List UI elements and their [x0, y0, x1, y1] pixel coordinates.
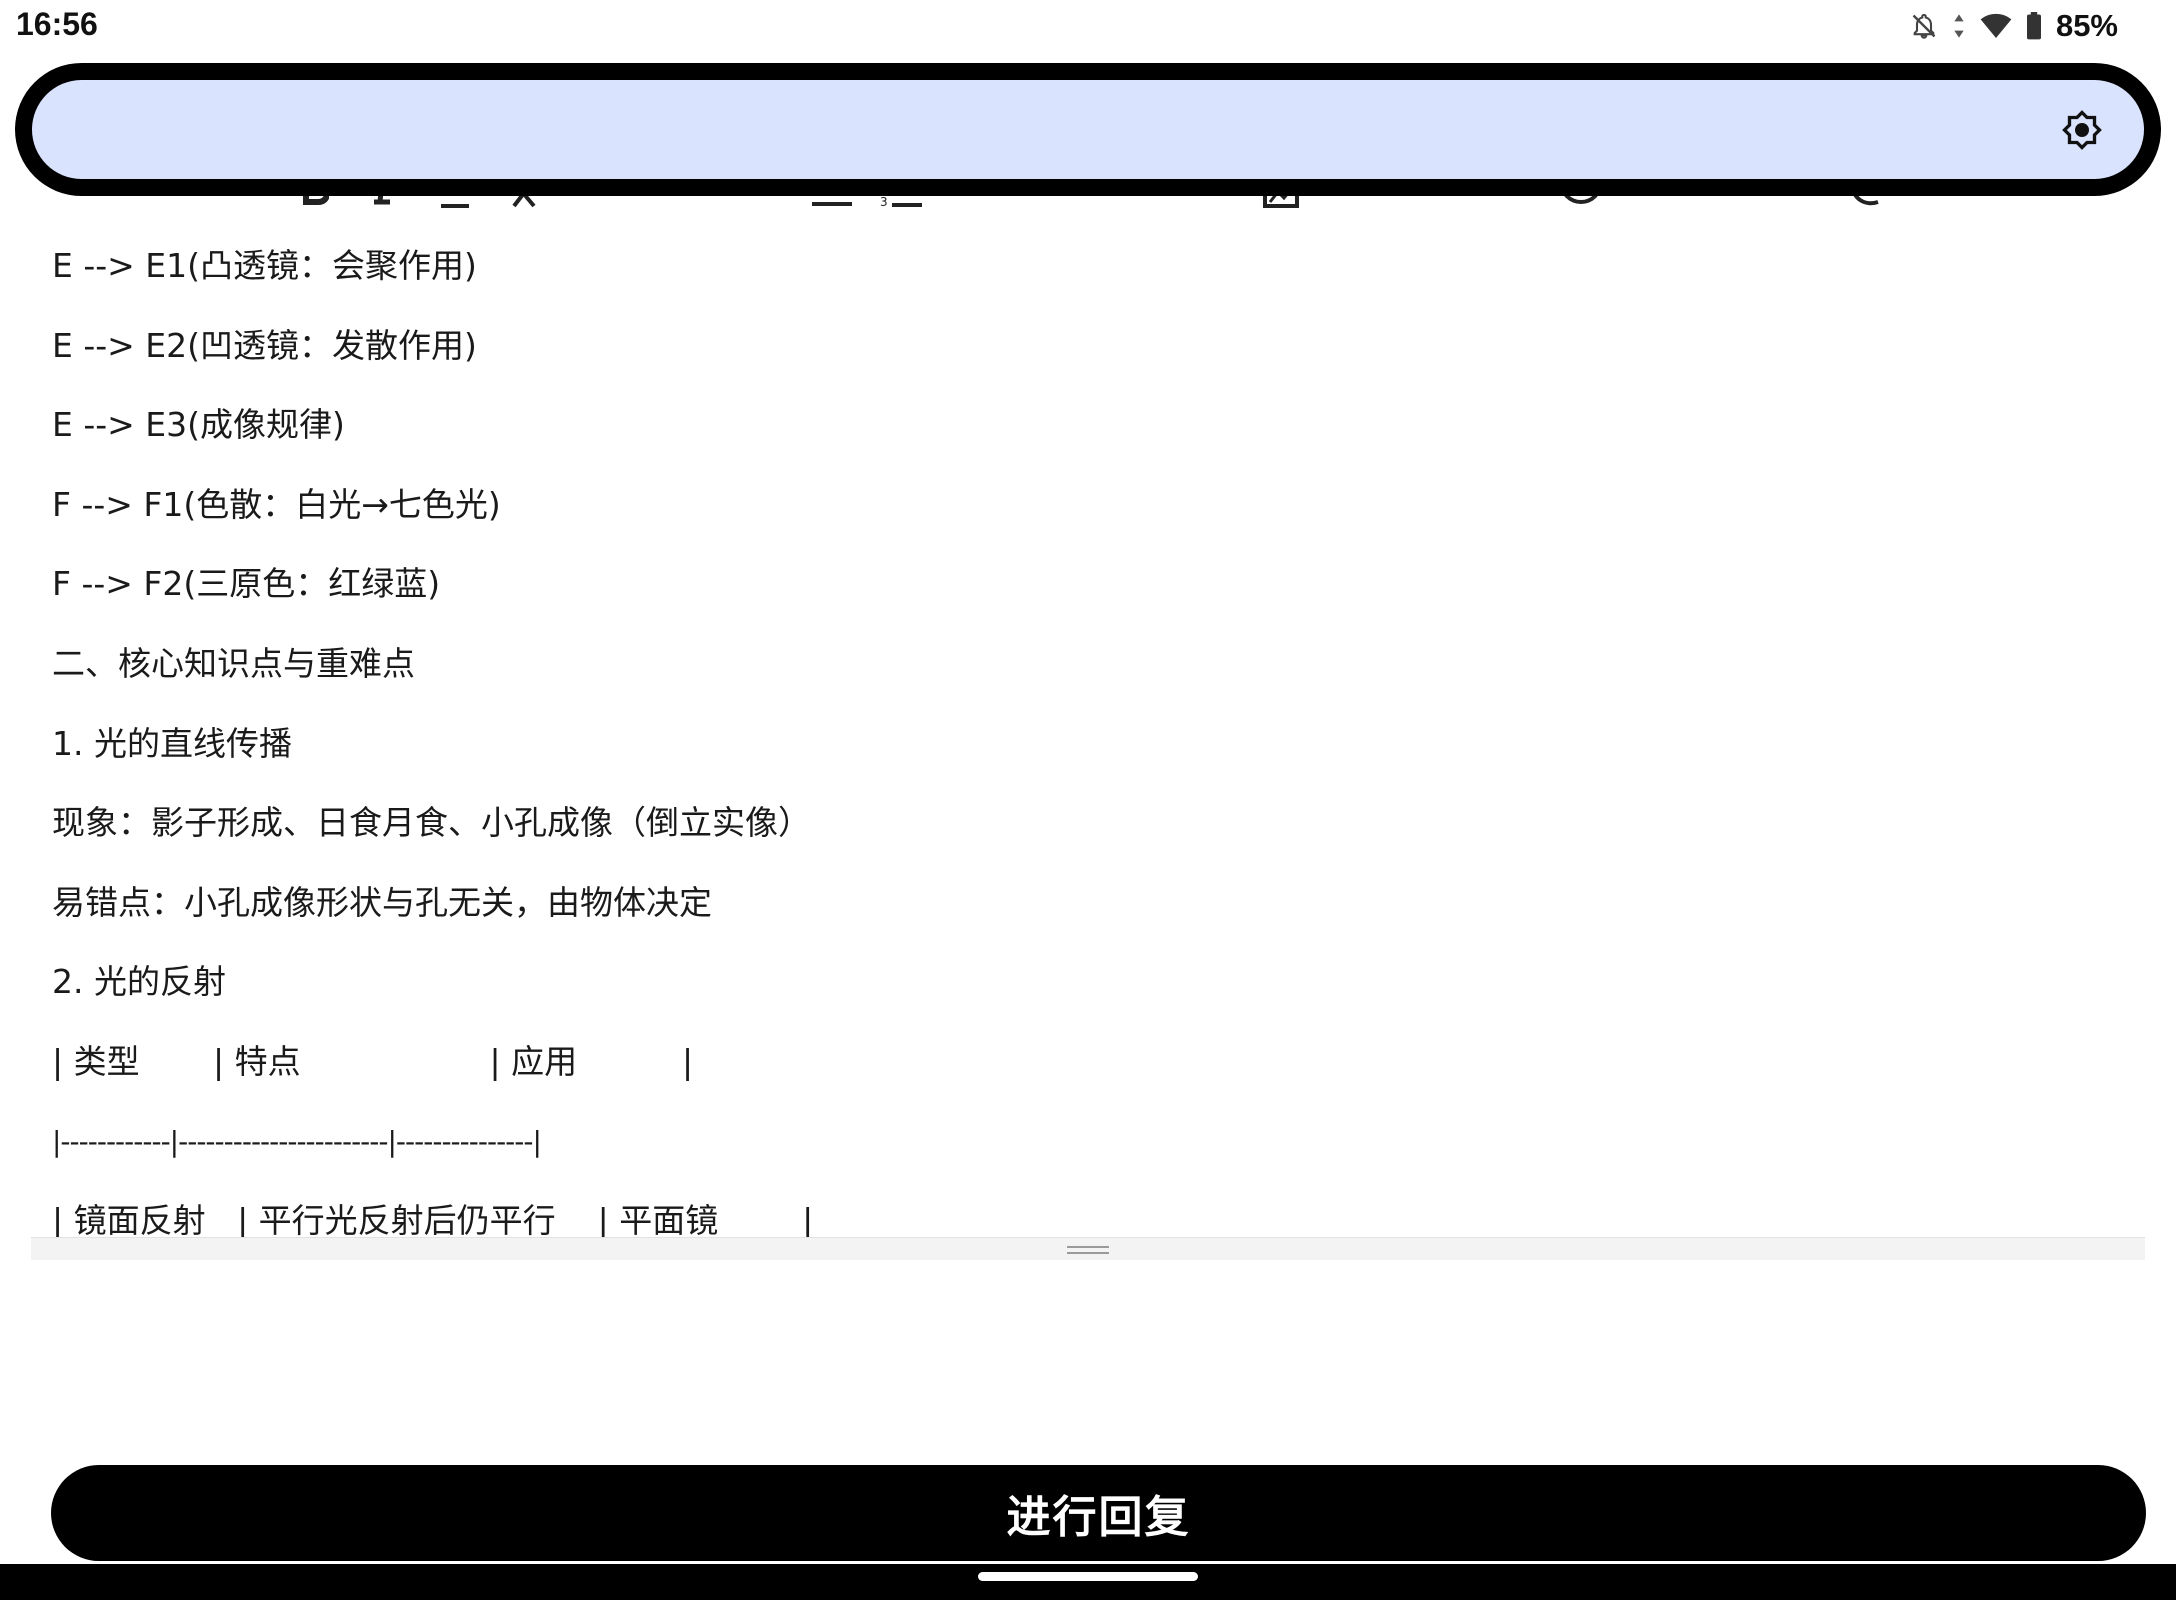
- table-separator-line: |------------|-----------------------|--…: [52, 1124, 542, 1158]
- home-indicator[interactable]: [978, 1572, 1198, 1581]
- status-icons: 85%: [1910, 6, 2118, 46]
- battery-icon: [2026, 12, 2042, 40]
- text-line: E --> E1(凸透镜：会聚作用): [52, 246, 477, 285]
- brightness-icon[interactable]: [2062, 110, 2102, 150]
- text-line: F --> F1(色散：白光→七色光): [52, 484, 501, 524]
- reply-button[interactable]: 进行回复: [51, 1465, 2146, 1561]
- table-header-line: | 类型 | 特点 | 应用 |: [52, 1041, 694, 1081]
- resize-splitter[interactable]: [31, 1237, 2145, 1260]
- text-line: 1. 光的直线传播: [52, 723, 292, 763]
- editor-content[interactable]: E --> E1(凸透镜：会聚作用) E --> E2(凹透镜：发散作用) E …: [52, 238, 2142, 1273]
- status-bar: 16:56 85%: [0, 0, 2176, 54]
- screen: 16:56 85% 3 E --> E1(凸透镜：会聚作用) E --> E2(…: [0, 0, 2176, 1600]
- battery-percentage: 85%: [2055, 8, 2118, 43]
- text-line: 现象：影子形成、日食月食、小孔成像（倒立实像）: [52, 803, 811, 843]
- text-line: F --> F2(三原色：红绿蓝): [52, 564, 441, 604]
- floating-bar-field[interactable]: [32, 80, 2144, 179]
- text-line: 易错点：小孔成像形状与孔无关，由物体决定: [52, 882, 712, 922]
- text-line: 2. 光的反射: [52, 962, 226, 1002]
- wifi-icon: [1980, 12, 2012, 40]
- data-arrows-icon: [1952, 12, 1966, 40]
- drag-handle-icon[interactable]: [1067, 1246, 1109, 1254]
- status-time: 16:56: [16, 6, 98, 42]
- text-line: E --> E3(成像规律): [52, 405, 345, 445]
- text-line: 二、核心知识点与重难点: [52, 643, 415, 683]
- floating-bar: [15, 63, 2161, 196]
- notifications-off-icon: [1910, 12, 1938, 40]
- svg-text:3: 3: [880, 195, 888, 209]
- table-row-line: | 镜面反射 | 平行光反射后仍平行 | 平面镜 |: [52, 1201, 814, 1241]
- text-line: E --> E2(凹透镜：发散作用): [52, 325, 477, 365]
- navigation-bar: [0, 1564, 2176, 1600]
